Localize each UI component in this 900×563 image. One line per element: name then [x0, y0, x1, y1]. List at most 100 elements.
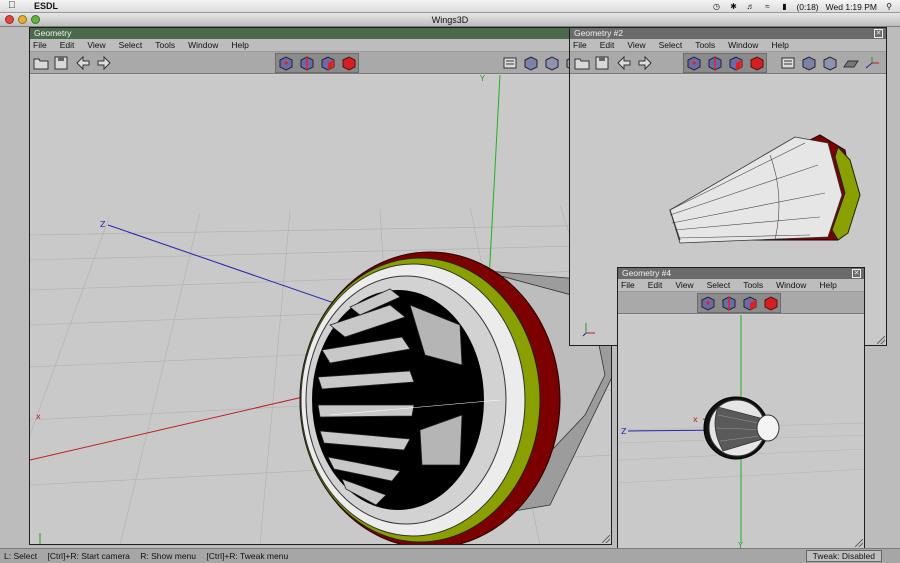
g2-face-mode-icon[interactable]	[728, 55, 744, 71]
close-window-button[interactable]	[5, 15, 14, 24]
bluetooth-icon[interactable]: ✱	[728, 2, 738, 11]
menu-select[interactable]: Select	[119, 39, 143, 51]
g4-axis-y-label: Y	[737, 541, 743, 548]
battery-icon[interactable]: ▮	[779, 2, 789, 11]
minimize-window-button[interactable]	[18, 15, 27, 24]
status-camera: [Ctrl]+R: Start camera	[47, 551, 130, 561]
g4-menu-window[interactable]: Window	[776, 279, 806, 291]
app-title: Wings3D	[431, 15, 469, 25]
status-select: L: Select	[4, 551, 38, 561]
tweak-status-badge[interactable]: Tweak: Disabled	[805, 550, 882, 562]
g2-redo-arrow-icon[interactable]	[637, 55, 653, 71]
menu-help[interactable]: Help	[231, 39, 248, 51]
g4-edge-mode-icon[interactable]	[721, 295, 737, 311]
g4-menu-select[interactable]: Select	[707, 279, 731, 291]
main-axis-x-label: x	[36, 412, 41, 421]
timemachine-icon[interactable]: ◷	[711, 2, 721, 11]
g2-menu-tools[interactable]: Tools	[695, 39, 715, 51]
geometry4-toolbar	[618, 292, 864, 314]
geometry4-title: Geometry #4	[622, 268, 672, 278]
volume-icon[interactable]: ♬	[745, 2, 755, 11]
undo-arrow-icon[interactable]	[75, 55, 91, 71]
open-folder-icon[interactable]	[33, 55, 49, 71]
ortho-view-icon[interactable]	[502, 55, 518, 71]
geometry4-viewport[interactable]: Z x Y	[618, 315, 864, 548]
g4-menu-view[interactable]: View	[675, 279, 693, 291]
main-viewport[interactable]: Y Z x	[30, 75, 611, 544]
save-disk-icon[interactable]	[53, 55, 69, 71]
smooth-cube-icon[interactable]	[544, 55, 560, 71]
menu-file[interactable]: File	[33, 39, 47, 51]
g2-undo-arrow-icon[interactable]	[616, 55, 632, 71]
g4-resize-handle[interactable]	[855, 539, 863, 547]
g2-ortho-view-icon[interactable]	[780, 55, 796, 71]
g4-axis-z-label: Z	[621, 427, 627, 436]
main-scene: Y Z x	[30, 75, 611, 544]
menu-window[interactable]: Window	[188, 39, 218, 51]
g4-axis-x-label: x	[693, 415, 698, 424]
g2-axes-icon[interactable]	[864, 55, 880, 71]
geometry-window-4: Geometry #4 ✕ File Edit View Select Tool…	[617, 267, 865, 549]
apple-menu-icon[interactable]: 	[8, 0, 22, 12]
main-resize-handle[interactable]	[602, 535, 610, 543]
g2-save-disk-icon[interactable]	[594, 55, 610, 71]
geometry2-titlebar[interactable]: Geometry #2 ✕	[570, 28, 886, 39]
geometry-toolbar	[30, 52, 611, 74]
edge-mode-icon[interactable]	[299, 55, 315, 71]
body-mode-icon[interactable]	[341, 55, 357, 71]
geometry4-close-icon[interactable]: ✕	[852, 269, 861, 278]
vertex-mode-icon[interactable]	[278, 55, 294, 71]
g4-scene: Z x Y	[618, 315, 864, 548]
main-axis-y-label: Y	[479, 75, 485, 83]
menu-view[interactable]: View	[87, 39, 105, 51]
g4-menu-edit[interactable]: Edit	[648, 279, 663, 291]
menu-edit[interactable]: Edit	[60, 39, 75, 51]
redo-arrow-icon[interactable]	[96, 55, 112, 71]
g2-menu-file[interactable]: File	[573, 39, 587, 51]
geometry4-menu: File Edit View Select Tools Window Help	[618, 279, 864, 292]
g2-menu-help[interactable]: Help	[771, 39, 788, 51]
spotlight-icon[interactable]: ⚲	[884, 2, 894, 11]
g4-face-mode-icon[interactable]	[742, 295, 758, 311]
g2-body-mode-icon[interactable]	[749, 55, 765, 71]
app-menu[interactable]: ESDL	[34, 1, 58, 11]
app-titlebar: Wings3D	[0, 13, 900, 27]
g2-edge-mode-icon[interactable]	[707, 55, 723, 71]
geometry4-titlebar[interactable]: Geometry #4 ✕	[618, 268, 864, 279]
zoom-window-button[interactable]	[31, 15, 40, 24]
status-bar: L: Select [Ctrl]+R: Start camera R: Show…	[0, 548, 900, 563]
mac-menubar:  ESDL ◷ ✱ ♬ ≈ ▮ (0:18) Wed 1:19 PM ⚲	[0, 0, 900, 13]
g2-menu-edit[interactable]: Edit	[600, 39, 615, 51]
geometry-menu: File Edit View Select Tools Window Help	[30, 39, 611, 52]
menubar-clock[interactable]: Wed 1:19 PM	[826, 2, 877, 12]
g4-body-mode-icon[interactable]	[763, 295, 779, 311]
status-show-menu: R: Show menu	[140, 551, 197, 561]
g2-resize-handle[interactable]	[877, 336, 885, 344]
g2-ground-plane-icon[interactable]	[843, 55, 859, 71]
g4-menu-help[interactable]: Help	[819, 279, 836, 291]
main-axis-z-label: Z	[100, 220, 106, 229]
geometry2-toolbar	[570, 52, 886, 74]
g2-smooth-cube-icon[interactable]	[822, 55, 838, 71]
status-tweak-menu: [Ctrl]+R: Tweak menu	[206, 551, 289, 561]
geometry-titlebar[interactable]: Geometry	[30, 28, 611, 39]
wifi-icon[interactable]: ≈	[762, 2, 772, 11]
g2-menu-select[interactable]: Select	[659, 39, 683, 51]
geometry2-close-icon[interactable]: ✕	[874, 29, 883, 38]
g2-menu-view[interactable]: View	[627, 39, 645, 51]
menu-tools[interactable]: Tools	[155, 39, 175, 51]
g2-vertex-mode-icon[interactable]	[686, 55, 702, 71]
geometry-window-main: Geometry File Edit View Select Tools Win…	[29, 27, 612, 545]
g4-menu-file[interactable]: File	[621, 279, 635, 291]
g2-mini-axes-icon	[582, 323, 595, 337]
g4-vertex-mode-icon[interactable]	[700, 295, 716, 311]
face-mode-icon[interactable]	[320, 55, 336, 71]
g2-open-folder-icon[interactable]	[574, 55, 590, 71]
battery-time: (0:18)	[796, 1, 819, 12]
geometry-title: Geometry	[34, 28, 72, 38]
g2-menu-window[interactable]: Window	[728, 39, 758, 51]
g2-wireframe-cube-icon[interactable]	[801, 55, 817, 71]
g4-menu-tools[interactable]: Tools	[743, 279, 763, 291]
geometry2-menu: File Edit View Select Tools Window Help	[570, 39, 886, 52]
wireframe-cube-icon[interactable]	[523, 55, 539, 71]
